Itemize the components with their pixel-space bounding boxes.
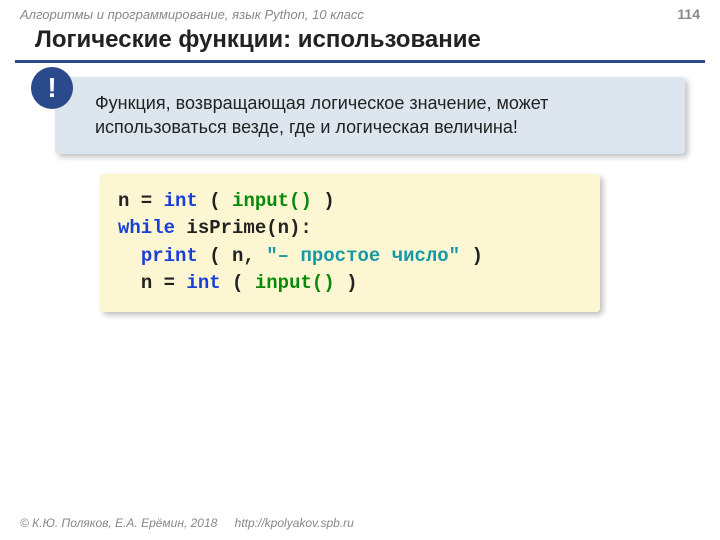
page-number: 114	[677, 6, 700, 22]
footer: © К.Ю. Поляков, Е.А. Ерёмин, 2018 http:/…	[20, 516, 354, 530]
exclamation-icon: !	[31, 67, 73, 109]
footer-url: http://kpolyakov.spb.ru	[235, 516, 354, 530]
callout-text: Функция, возвращающая логическое значени…	[95, 93, 548, 137]
header-bar: Алгоритмы и программирование, язык Pytho…	[0, 0, 720, 24]
code-block: n = int ( input() ) while isPrime(n): pr…	[100, 174, 600, 312]
callout-box: ! Функция, возвращающая логическое значе…	[55, 77, 685, 154]
page-title: Логические функции: использование	[15, 24, 705, 63]
copyright: © К.Ю. Поляков, Е.А. Ерёмин, 2018	[20, 516, 217, 530]
course-label: Алгоритмы и программирование, язык Pytho…	[20, 7, 364, 22]
